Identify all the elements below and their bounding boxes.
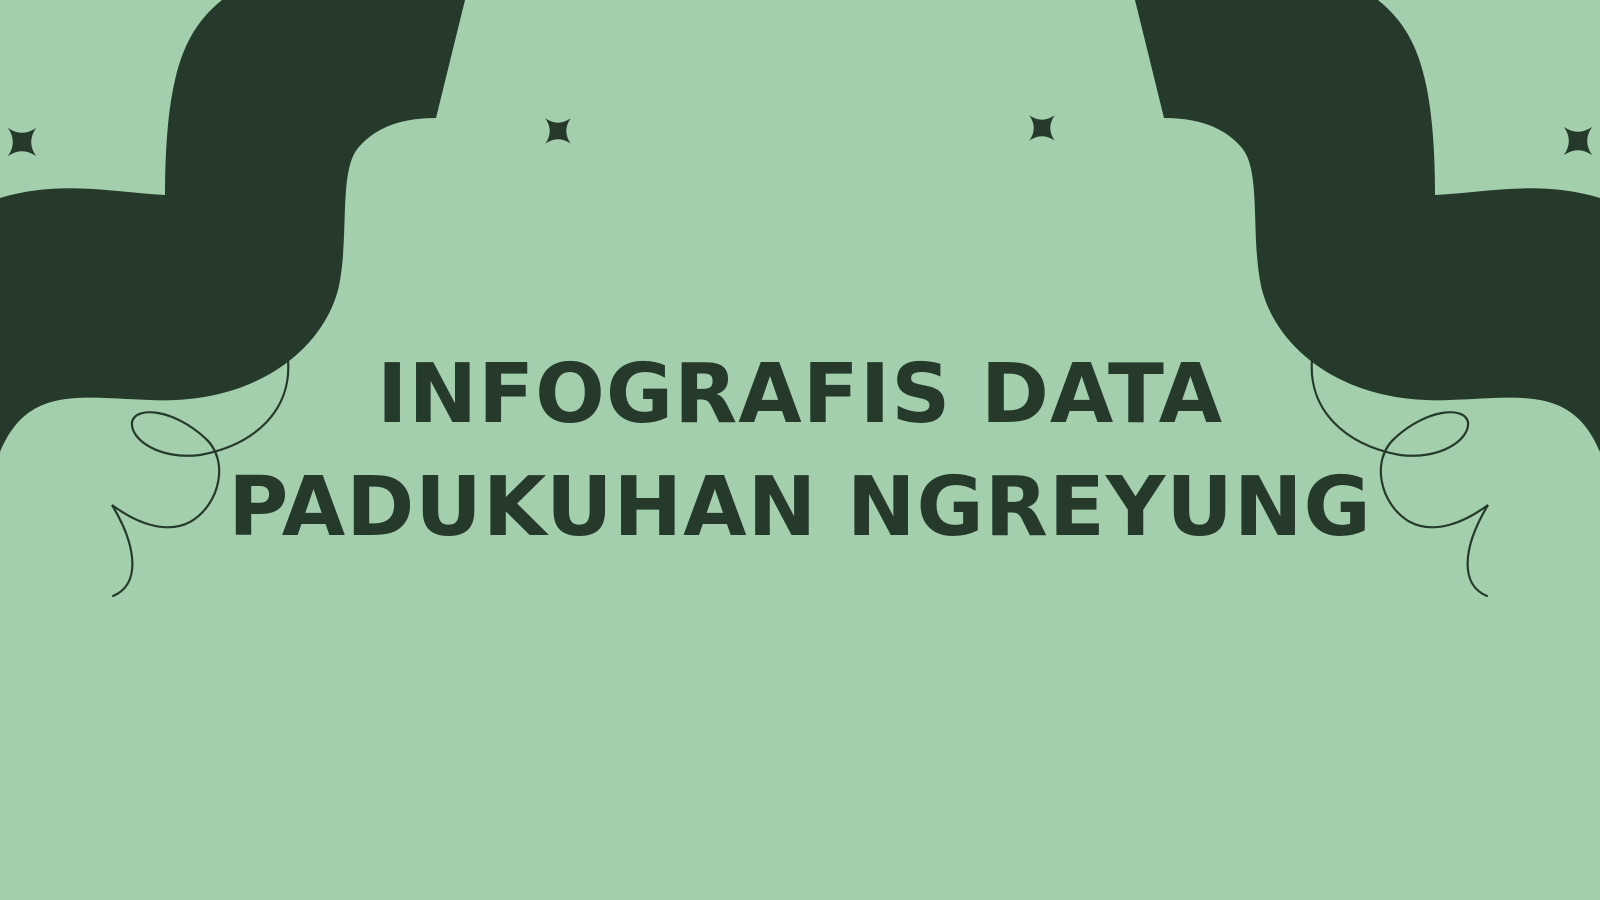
sparkle-star-icon xyxy=(1016,102,1068,154)
title-line-1: INFOGRAFIS DATA xyxy=(376,347,1224,442)
sparkle-star-icon xyxy=(1549,112,1600,170)
sparkle-star-icon xyxy=(0,113,51,171)
title-line-2: PADUKUHAN NGREYUNG xyxy=(228,460,1372,555)
slide-title: INFOGRAFIS DATA PADUKUHAN NGREYUNG xyxy=(0,338,1600,564)
sparkle-star-icon xyxy=(532,105,584,157)
